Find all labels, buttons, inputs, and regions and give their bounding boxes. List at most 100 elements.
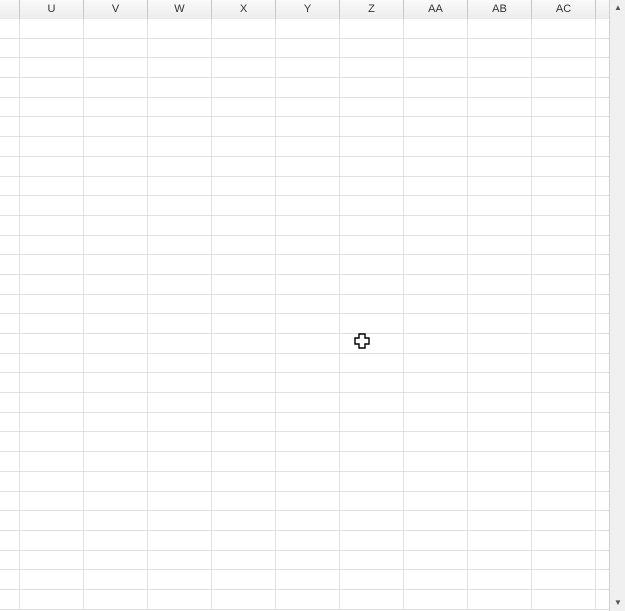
cell[interactable] (0, 354, 20, 373)
cell[interactable] (404, 531, 468, 550)
cell[interactable] (84, 58, 148, 77)
cell[interactable] (276, 236, 340, 255)
cell[interactable] (532, 314, 596, 333)
cell[interactable] (468, 590, 532, 609)
cell[interactable] (596, 373, 609, 392)
cell[interactable] (404, 393, 468, 412)
cell[interactable] (340, 472, 404, 491)
cell[interactable] (532, 196, 596, 215)
cell[interactable] (532, 177, 596, 196)
cell[interactable] (148, 196, 212, 215)
cell[interactable] (468, 177, 532, 196)
cell[interactable] (84, 117, 148, 136)
cell[interactable] (532, 393, 596, 412)
cell[interactable] (0, 255, 20, 274)
cell[interactable] (404, 354, 468, 373)
cell[interactable] (276, 393, 340, 412)
cell[interactable] (276, 432, 340, 451)
cell[interactable] (532, 98, 596, 117)
cell[interactable] (276, 492, 340, 511)
cell[interactable] (148, 19, 212, 38)
cell[interactable] (340, 157, 404, 176)
column-header[interactable]: AB (468, 0, 532, 19)
cell[interactable] (84, 432, 148, 451)
cell[interactable] (84, 492, 148, 511)
cell[interactable] (276, 354, 340, 373)
cell[interactable] (340, 334, 404, 353)
cell[interactable] (340, 19, 404, 38)
cell[interactable] (340, 196, 404, 215)
cell[interactable] (596, 314, 609, 333)
column-header[interactable]: AC (532, 0, 596, 19)
cell[interactable] (0, 275, 20, 294)
cell[interactable] (596, 413, 609, 432)
cell[interactable] (212, 334, 276, 353)
cell[interactable] (468, 373, 532, 392)
cell[interactable] (532, 19, 596, 38)
column-header-partial-right[interactable] (596, 0, 609, 19)
cell[interactable] (404, 295, 468, 314)
column-header[interactable]: Z (340, 0, 404, 19)
cell[interactable] (468, 334, 532, 353)
cell[interactable] (148, 472, 212, 491)
cell[interactable] (148, 157, 212, 176)
cell[interactable] (532, 157, 596, 176)
cell[interactable] (0, 551, 20, 570)
cell[interactable] (404, 511, 468, 530)
cell[interactable] (84, 275, 148, 294)
cell[interactable] (276, 295, 340, 314)
cell[interactable] (532, 117, 596, 136)
cell[interactable] (532, 216, 596, 235)
cell[interactable] (84, 373, 148, 392)
cell[interactable] (148, 98, 212, 117)
cell[interactable] (212, 275, 276, 294)
cell[interactable] (468, 196, 532, 215)
cell[interactable] (404, 413, 468, 432)
cell[interactable] (404, 39, 468, 58)
cell[interactable] (148, 275, 212, 294)
cell[interactable] (212, 58, 276, 77)
cell[interactable] (148, 334, 212, 353)
cell[interactable] (532, 78, 596, 97)
cell[interactable] (404, 137, 468, 156)
cell[interactable] (212, 19, 276, 38)
cell[interactable] (596, 58, 609, 77)
cell[interactable] (148, 492, 212, 511)
cell[interactable] (468, 19, 532, 38)
cell[interactable] (596, 236, 609, 255)
cell[interactable] (532, 58, 596, 77)
cell[interactable] (468, 354, 532, 373)
cell[interactable] (276, 196, 340, 215)
cell[interactable] (212, 157, 276, 176)
cell[interactable] (212, 531, 276, 550)
cell[interactable] (84, 354, 148, 373)
cell[interactable] (20, 393, 84, 412)
cell[interactable] (340, 78, 404, 97)
cell[interactable] (596, 275, 609, 294)
cell[interactable] (20, 117, 84, 136)
cell[interactable] (276, 177, 340, 196)
cell[interactable] (212, 78, 276, 97)
cell[interactable] (212, 393, 276, 412)
cell[interactable] (20, 354, 84, 373)
cell[interactable] (0, 413, 20, 432)
cell[interactable] (84, 452, 148, 471)
cell[interactable] (596, 393, 609, 412)
cell[interactable] (0, 432, 20, 451)
cell[interactable] (468, 157, 532, 176)
cell[interactable] (148, 39, 212, 58)
cell[interactable] (0, 78, 20, 97)
cell[interactable] (404, 157, 468, 176)
cell[interactable] (212, 413, 276, 432)
cell[interactable] (276, 334, 340, 353)
cell[interactable] (212, 570, 276, 589)
cell[interactable] (468, 58, 532, 77)
cell[interactable] (212, 511, 276, 530)
cell[interactable] (20, 196, 84, 215)
cell[interactable] (0, 531, 20, 550)
cell[interactable] (276, 255, 340, 274)
cell[interactable] (148, 236, 212, 255)
cell[interactable] (532, 373, 596, 392)
cell[interactable] (596, 196, 609, 215)
cell[interactable] (148, 295, 212, 314)
